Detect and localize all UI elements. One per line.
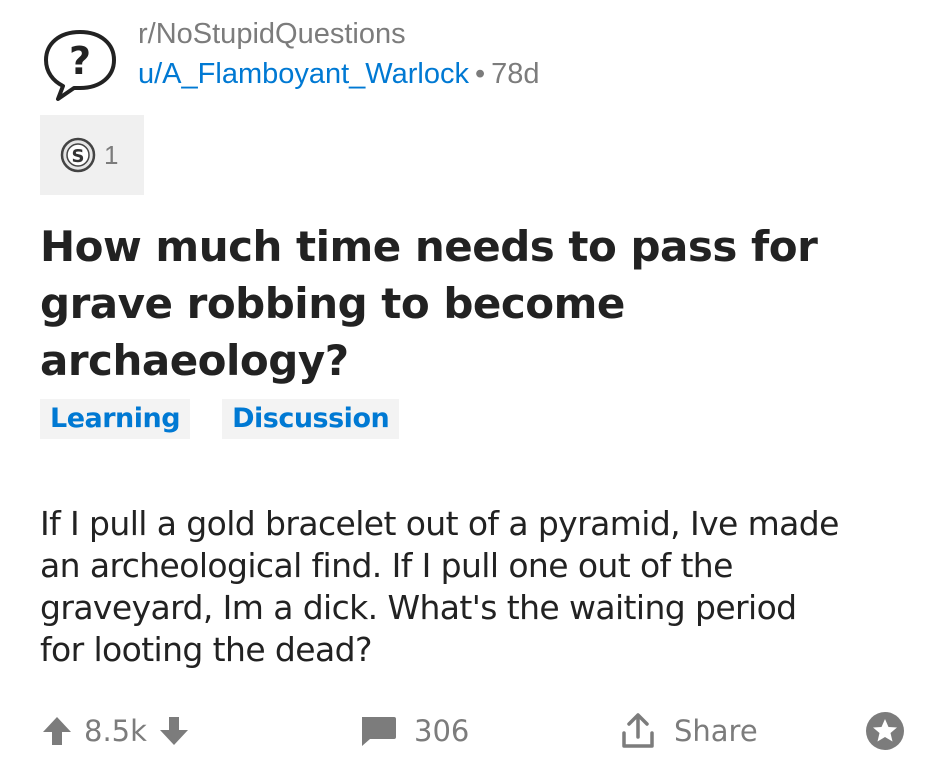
post-meta: u/A_Flamboyant_Warlock • 78d (138, 58, 540, 91)
flair-learning[interactable]: Learning (40, 399, 191, 439)
post-body: If I pull a gold bracelet out of a pyram… (40, 503, 910, 671)
award-count: 1 (104, 139, 119, 170)
comment-icon (362, 717, 396, 746)
body-line: an archeological find. If I pull one out… (40, 546, 733, 585)
body-line: If I pull a gold bracelet out of a pyram… (40, 504, 839, 543)
vote-score: 8.5k (84, 714, 147, 748)
share-label: Share (674, 714, 758, 748)
body-line: graveyard, Im a dick. What's the waiting… (40, 588, 797, 627)
subreddit-link[interactable]: r/NoStupidQuestions (138, 18, 406, 51)
vote-group: 8.5k (40, 708, 191, 754)
svg-text:S: S (72, 146, 85, 167)
body-line: for looting the dead? (40, 630, 372, 669)
downvote-icon[interactable] (157, 714, 191, 748)
save-button[interactable] (864, 708, 906, 754)
post-title[interactable]: How much time needs to pass for grave ro… (40, 218, 880, 389)
flair-list: Learning Discussion (40, 399, 400, 439)
meta-separator: • (474, 58, 486, 90)
svg-text:?: ? (69, 39, 91, 83)
comment-count: 306 (414, 714, 470, 748)
share-icon (622, 713, 654, 748)
share-button[interactable]: Share (618, 708, 758, 754)
flair-discussion[interactable]: Discussion (222, 399, 400, 439)
author-link[interactable]: u/A_Flamboyant_Warlock (138, 58, 469, 90)
upvote-icon[interactable] (40, 714, 74, 748)
silver-award-icon: S (60, 137, 96, 173)
comments-button[interactable]: 306 (358, 708, 469, 754)
post-header: ? r/NoStupidQuestions u/A_Flamboyant_War… (38, 14, 918, 104)
award-badge[interactable]: S 1 (40, 115, 144, 195)
question-mark-icon[interactable]: ? (38, 26, 122, 102)
save-star-icon (866, 712, 904, 750)
post-age: 78d (491, 58, 540, 90)
action-bar: 8.5k 306 Share (40, 708, 920, 758)
